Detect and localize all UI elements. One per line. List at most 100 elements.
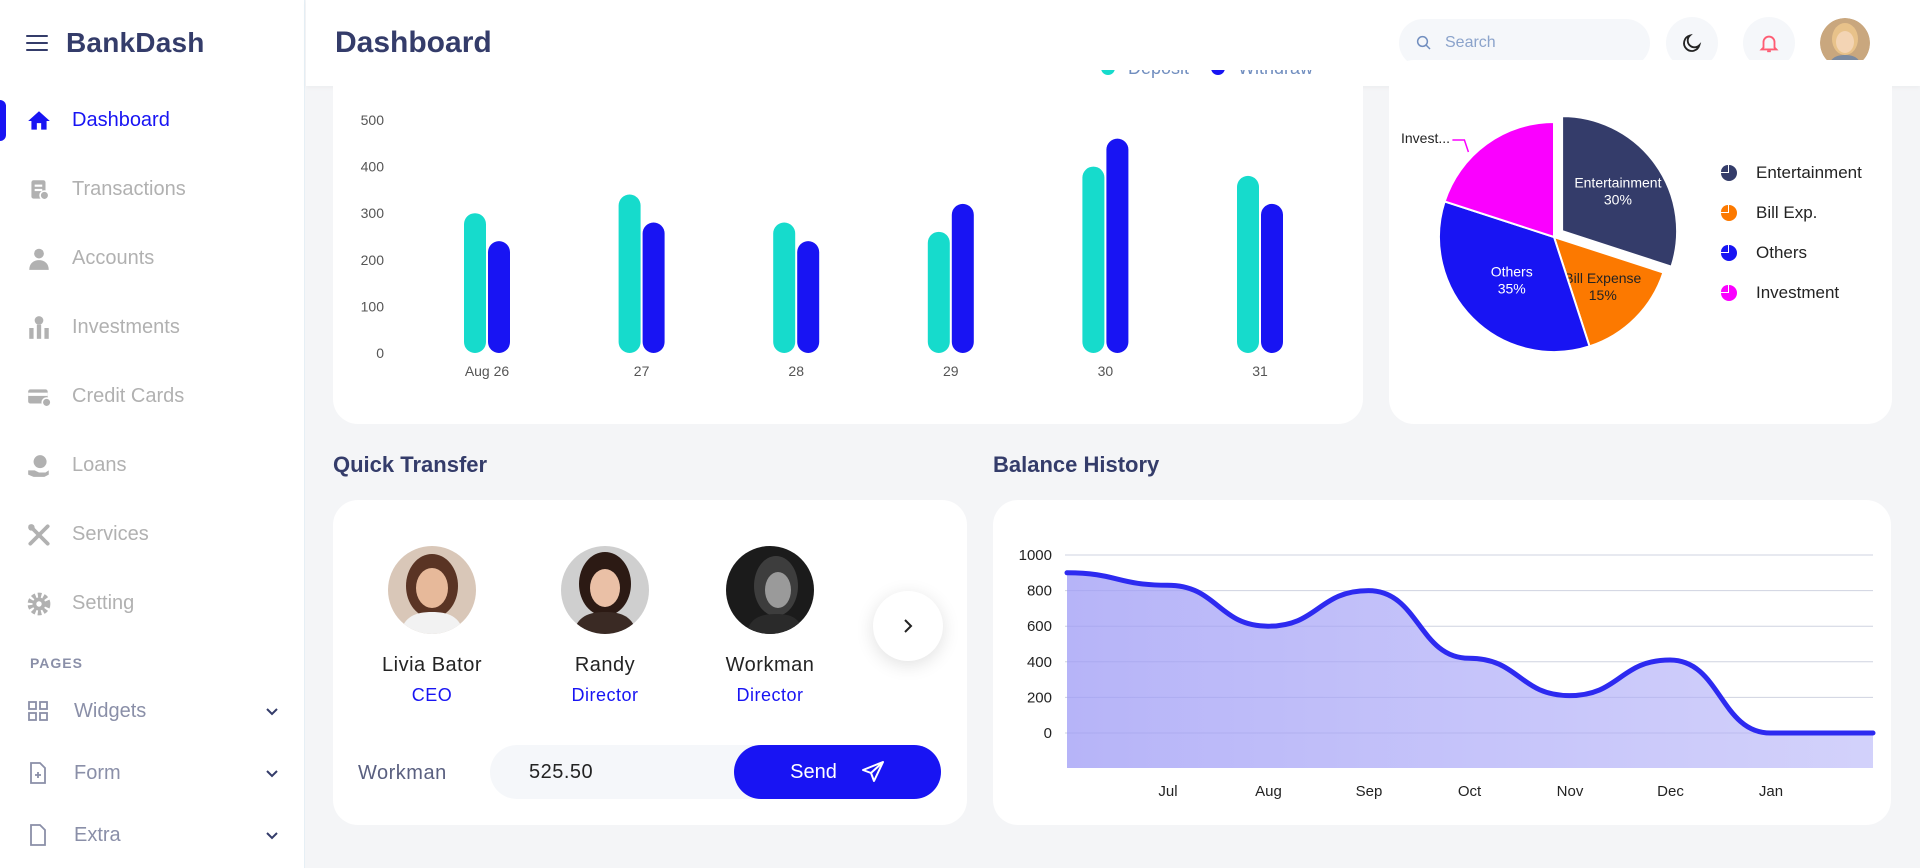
contact-card[interactable]: Livia Bator CEO xyxy=(357,546,507,706)
pie-icon xyxy=(1721,205,1737,221)
x-tick-label: 29 xyxy=(943,363,959,379)
bar-withdraw xyxy=(488,241,510,353)
chevron-down-icon[interactable] xyxy=(264,827,280,843)
bar-deposit xyxy=(618,194,641,353)
sidebar-item-credit-cards[interactable]: Credit Cards xyxy=(0,362,304,431)
bar-withdraw xyxy=(951,203,974,353)
sidebar-item-form[interactable]: Form xyxy=(0,742,304,804)
y-tick-label: 1000 xyxy=(1019,547,1052,564)
y-tick-label: 100 xyxy=(361,298,385,314)
sidebar-item-widgets[interactable]: Widgets xyxy=(0,680,304,742)
sidebar-item-investments[interactable]: Investments xyxy=(0,293,304,362)
pie-slice-label: 30% xyxy=(1604,192,1632,208)
file-icon xyxy=(30,824,46,846)
pie-slice-label: 35% xyxy=(1498,280,1526,296)
legend-bill: Bill Exp. xyxy=(1720,203,1817,223)
sidebar-item-accounts[interactable]: Accounts xyxy=(0,224,304,293)
investment-icon xyxy=(26,315,52,341)
weekly-activity-card: 0100200300400500Aug 262728293031DepositW… xyxy=(333,60,1363,424)
sidebar-item-label: Services xyxy=(72,523,149,545)
y-tick-label: 200 xyxy=(1027,689,1052,706)
send-button-label: Send xyxy=(790,760,837,783)
sidebar-item-label: Extra xyxy=(74,823,121,846)
sidebar-item-transactions[interactable]: Transactions xyxy=(0,155,304,224)
sidebar: BankDash Dashboard Transactions Accounts… xyxy=(0,0,305,868)
legend-label: Others xyxy=(1756,243,1808,262)
credit-card-icon xyxy=(26,384,52,410)
contact-photo xyxy=(388,546,476,634)
y-tick-label: 800 xyxy=(1027,583,1052,600)
legend-others: Others xyxy=(1720,243,1807,263)
sidebar-item-label: Accounts xyxy=(72,247,155,269)
x-tick-label: Aug xyxy=(1255,783,1282,800)
legend-label: Investment xyxy=(1756,283,1840,302)
y-tick-label: 400 xyxy=(1027,654,1052,671)
x-tick-label: 28 xyxy=(788,363,804,379)
x-tick-label: Oct xyxy=(1458,783,1482,800)
pie-slice-label: 15% xyxy=(1589,287,1617,303)
sidebar-item-label: Setting xyxy=(72,592,135,614)
sidebar-item-label: Form xyxy=(74,761,121,784)
bar-withdraw xyxy=(1106,138,1129,353)
next-contacts-button[interactable] xyxy=(873,591,943,661)
page-title: Dashboard xyxy=(335,26,492,59)
pie-leader-line xyxy=(1452,139,1470,153)
legend-label: Bill Exp. xyxy=(1756,203,1818,222)
sidebar-item-label: Credit Cards xyxy=(72,385,185,407)
balance-history-chart: 0 200 400 600 800 1000 Jul Aug Sep Oct Nov Dec Jan xyxy=(1019,547,1876,800)
x-tick-label: Nov xyxy=(1557,783,1584,800)
expense-statistics-card: Entertainment 30% Bill Expense 15% Others 35%… xyxy=(1389,60,1892,424)
area-fill xyxy=(1067,572,1873,768)
x-tick-label: Jan xyxy=(1759,783,1783,800)
grid-icon xyxy=(28,701,48,721)
contact-role: Director xyxy=(736,685,804,705)
sidebar-item-setting[interactable]: Setting xyxy=(0,569,304,638)
sidebar-item-extra[interactable]: Extra xyxy=(0,804,304,866)
y-tick-label: 200 xyxy=(361,252,385,268)
y-tick-label: 500 xyxy=(361,112,385,128)
loan-icon xyxy=(26,453,52,479)
bell-icon xyxy=(1759,35,1779,53)
menu-icon[interactable] xyxy=(26,35,48,51)
sidebar-item-dashboard[interactable]: Dashboard xyxy=(0,86,304,155)
chevron-down-icon[interactable] xyxy=(264,765,280,781)
send-icon xyxy=(861,761,884,782)
app-logo: BankDash xyxy=(66,27,205,58)
quick-transfer-title: Quick Transfer xyxy=(333,452,488,477)
file-plus-icon xyxy=(30,762,46,784)
x-tick-label: 27 xyxy=(634,363,650,379)
sidebar-item-label: Loans xyxy=(72,454,127,476)
sidebar-item-label: Dashboard xyxy=(72,109,170,131)
legend-clip xyxy=(333,60,1363,70)
legend-investment: Investment xyxy=(1720,283,1839,303)
pie-icon xyxy=(1721,285,1737,301)
search-icon xyxy=(1416,35,1431,50)
pages-section-label: PAGES xyxy=(30,655,83,671)
balance-history-title: Balance History xyxy=(993,452,1160,477)
sidebar-item-services[interactable]: Services xyxy=(0,500,304,569)
sidebar-item-loans[interactable]: Loans xyxy=(0,431,304,500)
quick-transfer-card: Livia Bator CEO Randy Director Workman D… xyxy=(333,500,967,825)
search-input[interactable] xyxy=(1445,34,1625,52)
chevron-down-icon[interactable] xyxy=(264,703,280,719)
pie-slice-label: Invest... xyxy=(1401,130,1450,146)
contact-name: Workman xyxy=(725,654,815,676)
send-button[interactable]: Send xyxy=(734,745,941,799)
bar-deposit xyxy=(464,213,486,353)
bar-deposit xyxy=(773,222,796,353)
transactions-icon xyxy=(26,177,52,203)
contact-card[interactable]: Workman Director xyxy=(695,546,845,706)
bar-withdraw xyxy=(1261,203,1283,353)
pie-slice-label: Bill Expense xyxy=(1564,270,1641,286)
contact-role: CEO xyxy=(411,685,453,705)
legend-entertainment: Entertainment xyxy=(1720,163,1862,183)
contact-card[interactable]: Randy Director xyxy=(530,546,680,706)
balance-history-card: 0 200 400 600 800 1000 Jul Aug Sep Oct Nov Dec Jan xyxy=(993,500,1891,825)
bar-deposit xyxy=(927,231,950,353)
x-tick-label: Aug 26 xyxy=(465,363,510,379)
amount-input[interactable] xyxy=(529,760,729,784)
contact-name: Randy xyxy=(574,654,636,676)
sidebar-item-label: Transactions xyxy=(72,178,186,200)
y-tick-label: 300 xyxy=(361,205,385,221)
contact-role: Director xyxy=(571,685,639,705)
